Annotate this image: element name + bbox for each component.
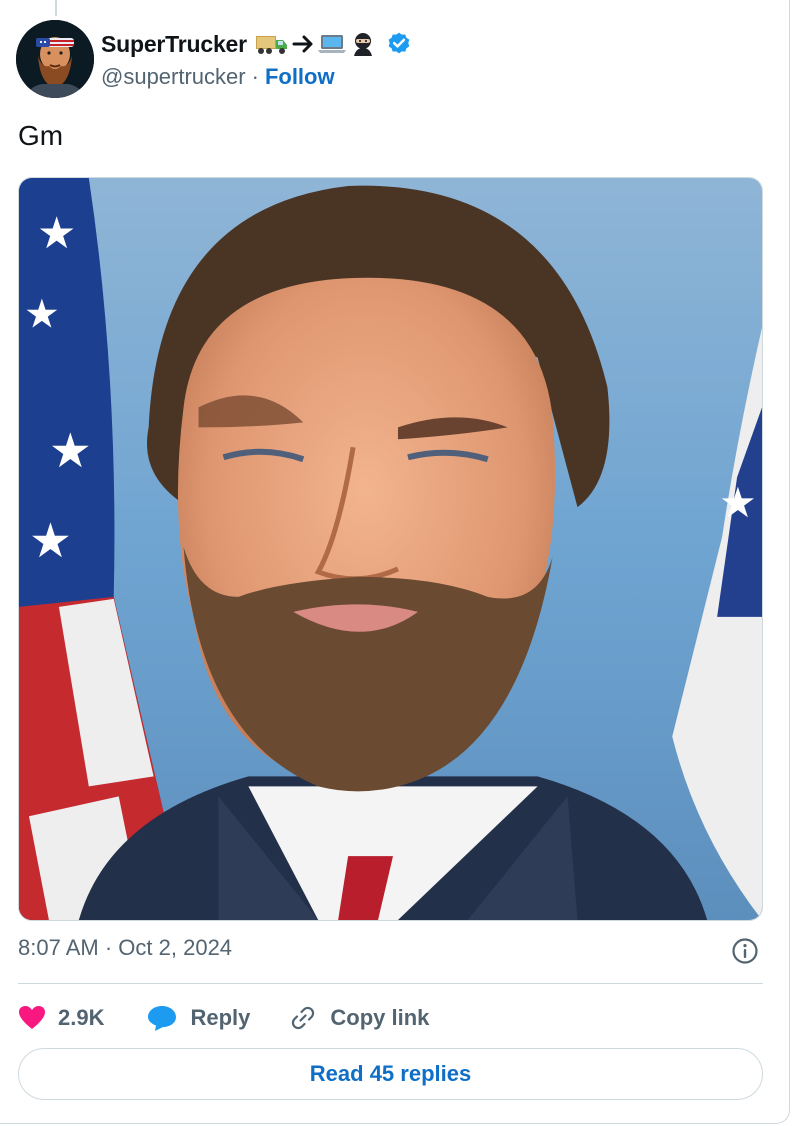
avatar[interactable] (16, 20, 94, 98)
author-name-row: SuperTrucker (101, 28, 412, 60)
tweet-date: Oct 2, 2024 (118, 935, 233, 960)
action-bar: 2.9K Reply Copy link (18, 1000, 429, 1036)
arrow-right-icon (292, 35, 313, 53)
svg-text:★: ★ (29, 514, 72, 569)
bearded-man-headband-avatar (16, 20, 94, 98)
copy-link-button[interactable]: Copy link (288, 1003, 429, 1033)
handle-separator: · (251, 64, 259, 89)
heart-icon (19, 1006, 45, 1029)
copy-link-label: Copy link (330, 1005, 430, 1030)
author-handle[interactable]: @supertrucker (101, 64, 246, 90)
timestamp-separator: · (104, 935, 113, 960)
reply-label: Reply (190, 1005, 251, 1030)
tweet-card: SuperTrucker @supertrucker · Follow Gm ★… (0, 0, 790, 1124)
link-icon (292, 1006, 315, 1030)
author-display-name[interactable]: SuperTrucker (101, 31, 247, 58)
read-replies-label: Read 45 replies (309, 1061, 472, 1086)
tweet-text: Gm (18, 120, 64, 151)
svg-text:★: ★ (37, 208, 76, 259)
tweet-media[interactable]: ★ ★ ★ ★ ★ (18, 177, 763, 921)
read-replies-button[interactable]: Read 45 replies (18, 1048, 763, 1100)
divider (18, 983, 763, 984)
author-handle-row: @supertrucker · Follow (101, 64, 335, 90)
truck-icon (255, 36, 287, 54)
verified-badge-icon (388, 32, 410, 54)
thread-connector-line (55, 0, 57, 16)
likes-count: 2.9K (58, 1005, 105, 1030)
follow-button[interactable]: Follow (265, 64, 335, 90)
info-icon[interactable] (731, 937, 759, 965)
tweet-time: 8:07 AM (18, 935, 99, 960)
tweet-timestamp[interactable]: 8:07 AM · Oct 2, 2024 (18, 935, 232, 961)
laptop-icon (317, 35, 346, 53)
svg-text:★: ★ (49, 424, 92, 479)
name-emoji-row (255, 31, 376, 57)
svg-text:★: ★ (719, 478, 757, 527)
like-button[interactable]: 2.9K (18, 1005, 104, 1031)
reply-button[interactable]: Reply (146, 1004, 250, 1032)
reply-bubble-icon (148, 1006, 177, 1031)
ninja-icon (353, 33, 372, 56)
portrait-man-beard-flags-image: ★ ★ ★ ★ ★ (19, 178, 762, 920)
svg-text:★: ★ (24, 292, 60, 338)
